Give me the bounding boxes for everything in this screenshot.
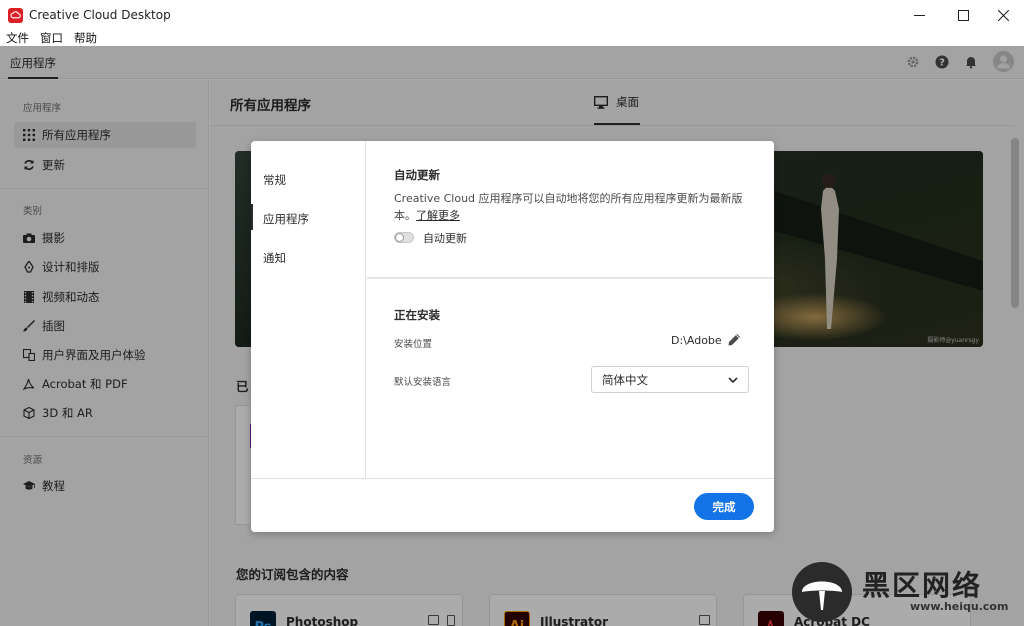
dialog-nav-apps[interactable]: 应用程序 <box>263 211 309 227</box>
minimize-button[interactable] <box>896 0 942 30</box>
install-location-label: 安装位置 <box>394 339 433 350</box>
menu-file[interactable]: 文件 <box>6 30 29 46</box>
done-button[interactable]: 完成 <box>694 493 754 520</box>
auto-update-heading: 自动更新 <box>394 168 440 182</box>
menu-window[interactable]: 窗口 <box>40 30 63 46</box>
title-bar: Creative Cloud Desktop <box>0 0 1024 30</box>
menu-bar: 文件 窗口 帮助 <box>0 30 1024 46</box>
chevron-down-icon <box>728 377 738 384</box>
menu-help[interactable]: 帮助 <box>74 30 97 46</box>
watermark-mushroom-icon <box>802 581 842 610</box>
installing-heading: 正在安装 <box>394 308 440 322</box>
dialog-nav-notifications[interactable]: 通知 <box>263 250 286 266</box>
auto-update-description: Creative Cloud 应用程序可以自动地将您的所有应用程序更新为最新版本… <box>394 190 749 224</box>
install-language-value: 简体中文 <box>602 372 648 387</box>
creative-cloud-logo-icon <box>8 7 23 23</box>
watermark-text: 黑区网络 <box>862 569 983 602</box>
dialog-nav: 常规 应用程序 通知 <box>251 141 366 478</box>
dialog-nav-general[interactable]: 常规 <box>263 172 286 188</box>
close-button[interactable] <box>980 0 1024 30</box>
install-location-value: D:\Adobe <box>671 334 722 347</box>
learn-more-link[interactable]: 了解更多 <box>416 209 460 222</box>
install-language-select[interactable]: 简体中文 <box>591 366 749 393</box>
dialog-body: 自动更新 Creative Cloud 应用程序可以自动地将您的所有应用程序更新… <box>367 141 774 478</box>
preferences-dialog: 常规 应用程序 通知 自动更新 Creative Cloud 应用程序可以自动地… <box>251 141 774 532</box>
auto-update-toggle-label: 自动更新 <box>423 232 467 245</box>
window-title: Creative Cloud Desktop <box>29 8 171 22</box>
app-window: Creative Cloud Desktop 文件 窗口 帮助 应用程序 ? 应… <box>0 0 1024 626</box>
auto-update-toggle[interactable] <box>394 232 414 243</box>
nav-active-indicator <box>251 204 253 230</box>
install-language-label: 默认安装语言 <box>394 377 452 388</box>
toggle-knob <box>395 233 404 242</box>
auto-update-panel: 自动更新 Creative Cloud 应用程序可以自动地将您的所有应用程序更新… <box>367 141 774 277</box>
edit-pencil-icon[interactable] <box>727 333 741 347</box>
watermark-logo <box>792 562 852 622</box>
watermark-url: www.heiqu.com <box>910 600 1009 613</box>
